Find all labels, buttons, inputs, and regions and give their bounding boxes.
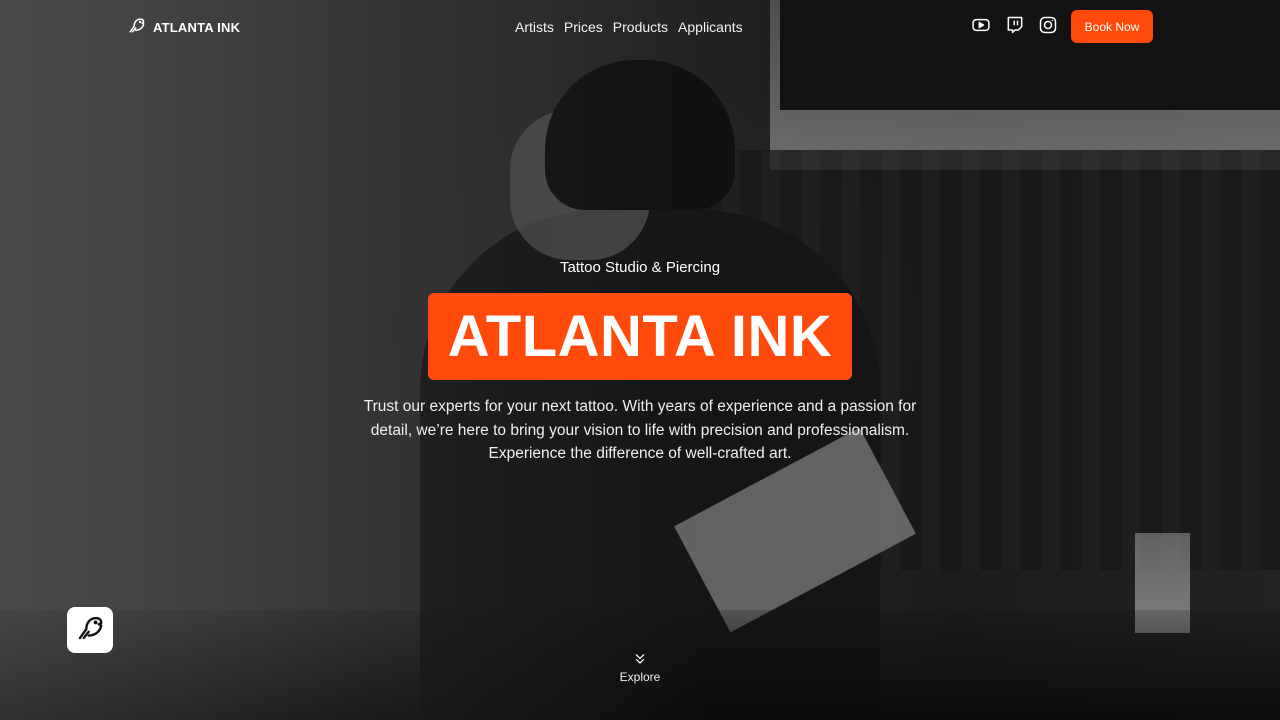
hero-eyebrow: Tattoo Studio & Piercing <box>559 259 721 276</box>
youtube-link[interactable] <box>970 16 992 38</box>
brand-name: ATLANTA INK <box>153 19 241 35</box>
book-now-button[interactable]: Book Now <box>1071 10 1153 43</box>
bird-logo-icon <box>75 613 105 647</box>
nav-link-products[interactable]: Products <box>613 19 668 35</box>
brand-logo-link[interactable]: ATLANTA INK <box>127 17 240 37</box>
tagline-line-3: Experience the difference of well-crafte… <box>488 445 792 462</box>
explore-button[interactable]: Explore <box>600 652 680 684</box>
floating-app-badge[interactable] <box>67 607 113 653</box>
nav-link-prices[interactable]: Prices <box>564 19 603 35</box>
explore-label: Explore <box>619 670 661 684</box>
youtube-icon <box>971 15 991 39</box>
hero-title-box: ATLANTA INK <box>428 293 852 380</box>
nav-link-artists[interactable]: Artists <box>515 19 554 35</box>
instagram-link[interactable] <box>1037 16 1059 38</box>
tagline-line-2: detail, we’re here to bring your vision … <box>370 421 910 439</box>
twitch-icon <box>1005 15 1025 39</box>
hero-tagline: Trust our experts for your next tattoo. … <box>330 395 950 466</box>
bird-logo-icon <box>127 16 146 39</box>
twitch-link[interactable] <box>1004 16 1026 38</box>
main-nav: Artists Prices Products Applicants <box>515 17 743 37</box>
chevrons-down-icon <box>600 652 680 666</box>
instagram-icon <box>1038 15 1058 39</box>
hero-title: ATLANTA INK <box>447 303 833 369</box>
nav-link-applicants[interactable]: Applicants <box>678 19 743 35</box>
top-navbar: ATLANTA INK Artists Prices Products Appl… <box>0 0 1280 54</box>
tagline-line-1: Trust our experts for your next tattoo. … <box>363 398 917 415</box>
